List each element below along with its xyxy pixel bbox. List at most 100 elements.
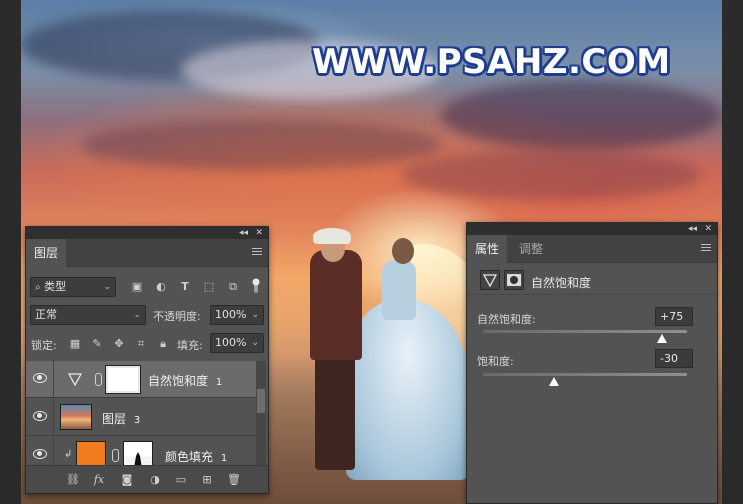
eye-icon[interactable] [33, 373, 47, 383]
filter-shape-icon[interactable]: ⬚ [202, 280, 216, 294]
fill-color-thumbnail[interactable] [76, 441, 106, 467]
divider [53, 437, 54, 467]
watermark: WWW.PSAHZ.COM [312, 42, 671, 82]
groom-body [310, 250, 362, 360]
layer-row-color-fill[interactable]: ↲ 颜色填充 1 [26, 437, 256, 467]
clip-arrow-icon: ↲ [64, 449, 73, 460]
tab-bar: 图层 [26, 239, 268, 267]
layers-bottom-toolbar: ⛓︎ fx ◙ ◑ ▭ ⊞ 🗑︎ [26, 465, 268, 493]
new-layer-icon[interactable]: ⊞ [200, 473, 214, 487]
adjustment-header: 自然饱和度 [467, 265, 717, 295]
tab-bar: 属性 调整 [467, 235, 717, 263]
divider [53, 361, 54, 398]
filter-smart-object-icon[interactable]: ⧉ [226, 280, 240, 294]
layer-name-text: 自然饱和度 [148, 374, 209, 388]
new-adjustment-icon[interactable]: ◑ [148, 473, 162, 487]
bride-head [392, 238, 414, 264]
layer-name-text: 颜色填充 [165, 450, 214, 464]
lock-transparent-icon[interactable]: ▦ [68, 337, 82, 351]
collapse-icon[interactable]: ◂◂ [688, 223, 697, 235]
layer-name-suffix: 3 [133, 415, 141, 426]
bride-dress [346, 300, 470, 480]
lock-all-icon[interactable]: 🔒︎ [156, 337, 170, 351]
filter-toggle[interactable] [252, 277, 260, 295]
mask-icon [507, 274, 521, 286]
layer-name: 颜色填充 1 [165, 448, 227, 465]
bride-torso [382, 260, 416, 320]
layer-mask-thumbnail[interactable] [123, 441, 153, 467]
layer-row-vibrance[interactable]: 自然饱和度 1 [26, 361, 256, 398]
opacity-value: 100% [215, 308, 247, 321]
saturation-input[interactable]: -30 [655, 349, 693, 368]
adjustment-triangle-icon [482, 274, 498, 288]
adjustment-title: 自然饱和度 [531, 276, 592, 290]
fill-value: 100% [215, 336, 247, 349]
link-icon[interactable] [112, 449, 119, 462]
layers-scrollbar[interactable] [256, 361, 266, 465]
vibrance-slider-track[interactable] [483, 330, 687, 333]
divider [53, 399, 54, 436]
tab-layers[interactable]: 图层 [26, 239, 67, 267]
chevron-down-icon: ⌄ [251, 338, 259, 348]
chevron-down-icon: ⌄ [251, 310, 259, 320]
fill-label: 填充: [177, 339, 203, 352]
add-mask-icon[interactable]: ◙ [120, 473, 134, 487]
eye-icon[interactable] [33, 411, 47, 421]
layer-name-suffix: 1 [220, 453, 228, 464]
opacity-input[interactable]: 100% ⌄ [210, 305, 264, 325]
vibrance-input[interactable]: +75 [655, 307, 693, 326]
tab-properties[interactable]: 属性 [467, 235, 508, 263]
chevron-down-icon: ⌄ [103, 282, 111, 292]
trash-icon[interactable]: 🗑︎ [227, 473, 241, 487]
panel-titlebar[interactable]: ◂◂ ✕ [467, 223, 717, 235]
link-icon[interactable] [95, 373, 102, 386]
saturation-label: 饱和度: [477, 355, 514, 368]
cloud [441, 80, 721, 150]
fx-icon[interactable]: fx [92, 473, 106, 487]
lock-label: 锁定: [31, 339, 57, 352]
opacity-label: 不透明度: [153, 310, 201, 323]
folder-icon[interactable]: ▭ [174, 473, 188, 487]
filter-adjustment-icon[interactable]: ◐ [154, 280, 168, 294]
collapse-icon[interactable]: ◂◂ [239, 227, 248, 239]
search-icon: ⌕ [35, 282, 41, 293]
lock-position-icon[interactable]: ✥ [112, 337, 126, 351]
mask-button[interactable] [504, 270, 524, 290]
vibrance-label: 自然饱和度: [477, 313, 536, 326]
scrollbar-thumb[interactable] [257, 389, 265, 413]
vibrance-slider-knob[interactable] [656, 334, 667, 343]
blend-mode-select[interactable]: 正常 ⌄ [30, 305, 146, 325]
mask-shape [134, 452, 142, 467]
filter-kind-label: 类型 [44, 280, 67, 293]
cloud [401, 150, 701, 200]
layer-name: 自然饱和度 1 [148, 372, 222, 389]
toggle-icon [252, 278, 260, 293]
groom-legs [315, 350, 355, 470]
saturation-slider-knob[interactable] [549, 377, 560, 386]
tab-adjustments[interactable]: 调整 [511, 235, 551, 263]
panel-menu-icon[interactable] [701, 244, 711, 252]
close-icon[interactable]: ✕ [255, 227, 263, 239]
groom-hat [313, 228, 351, 244]
layer-row-image[interactable]: 图层 3 [26, 399, 256, 436]
layer-mask-thumbnail[interactable] [105, 365, 141, 394]
lock-brush-icon[interactable]: ✎ [90, 337, 104, 351]
adjustment-triangle-icon [68, 373, 82, 386]
adjustment-type-button[interactable] [480, 270, 500, 290]
filter-type-icon[interactable]: T [178, 280, 192, 294]
panel-titlebar[interactable]: ◂◂ ✕ [26, 227, 268, 239]
layer-name: 图层 3 [102, 410, 140, 427]
panel-menu-icon[interactable] [252, 248, 262, 256]
fill-input[interactable]: 100% ⌄ [210, 333, 264, 353]
cloud [81, 120, 441, 170]
close-icon[interactable]: ✕ [704, 223, 712, 235]
filter-pixel-icon[interactable]: ▣ [130, 280, 144, 294]
layers-panel: ◂◂ ✕ 图层 ⌕ 类型 ⌄ ▣ ◐ T ⬚ ⧉ 正常 ⌄ 不透明度: 100%… [25, 226, 269, 494]
eye-icon[interactable] [33, 449, 47, 459]
layer-thumbnail[interactable] [60, 404, 92, 430]
link-layers-icon[interactable]: ⛓︎ [66, 473, 80, 487]
saturation-slider-track[interactable] [483, 373, 687, 376]
filter-kind-select[interactable]: ⌕ 类型 ⌄ [30, 277, 116, 297]
layer-name-text: 图层 [102, 412, 127, 426]
lock-artboard-icon[interactable]: ⌗ [134, 337, 148, 351]
